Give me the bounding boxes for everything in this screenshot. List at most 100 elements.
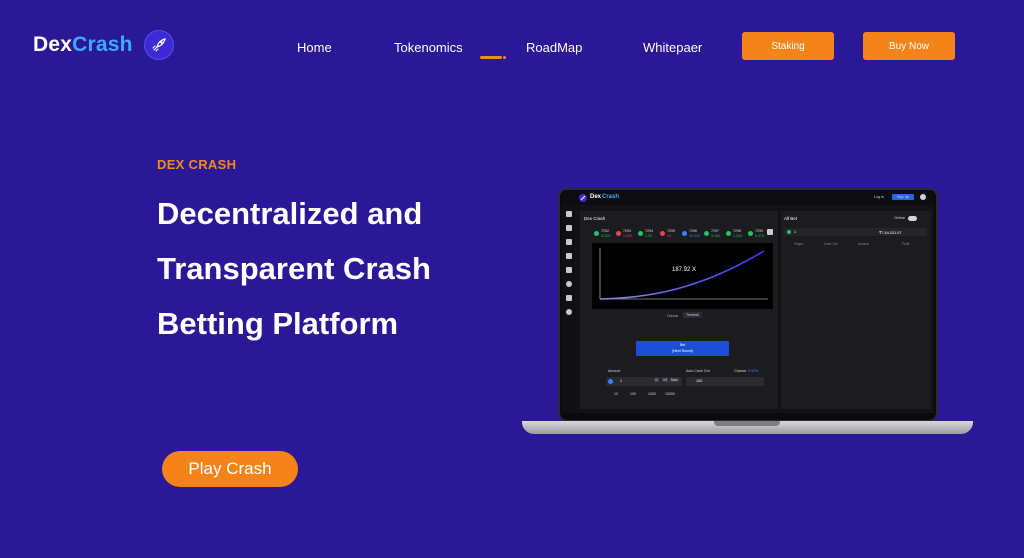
chance-value: 0.99% bbox=[748, 369, 759, 373]
gift-icon[interactable] bbox=[566, 295, 572, 301]
app-avatar[interactable] bbox=[920, 194, 926, 200]
bet-button[interactable]: Bet (Next Round) bbox=[636, 341, 729, 356]
history-chip: 7292 3.22X bbox=[594, 229, 616, 241]
history-multiplier: 3.15X bbox=[711, 234, 721, 238]
auto-cashout-input[interactable]: 100 bbox=[686, 377, 764, 386]
dice-icon[interactable] bbox=[566, 239, 572, 245]
dollar-icon[interactable] bbox=[566, 309, 572, 315]
players-count: 1 bbox=[794, 230, 797, 234]
app-signup-button[interactable]: Sign Up bbox=[892, 194, 914, 200]
col-player: Player bbox=[794, 242, 804, 246]
history-round-id: 7299 bbox=[755, 229, 763, 233]
quick-amount-4[interactable]: 10000 bbox=[665, 392, 675, 396]
history-multiplier: 2.20X bbox=[733, 234, 743, 238]
bet-label: Bet bbox=[680, 343, 686, 347]
nav-active-dot bbox=[503, 56, 506, 59]
home-icon[interactable] bbox=[566, 211, 572, 217]
trophy-icon[interactable] bbox=[566, 267, 572, 273]
app-rocket-icon bbox=[579, 194, 587, 202]
nav-roadmap[interactable]: RoadMap bbox=[526, 40, 582, 55]
app-brand-dex: Dex bbox=[590, 194, 602, 200]
history-round-id: 7297 bbox=[711, 229, 719, 233]
amount-label: Amount bbox=[608, 369, 621, 373]
history-dot bbox=[660, 231, 665, 236]
history-chip: 7297 3.15X bbox=[704, 229, 726, 241]
history-round-id: 7295 bbox=[667, 229, 675, 233]
hero-headline-line-1: Decentralized and bbox=[157, 196, 423, 231]
nav-tokenomics[interactable]: Tokenomics bbox=[394, 40, 463, 55]
history-round-id: 7293 bbox=[623, 229, 631, 233]
history-multiplier: 1X bbox=[667, 234, 672, 238]
auto-cashout-label: Auto Cash Out bbox=[686, 369, 710, 373]
rocket-icon bbox=[144, 30, 174, 60]
bet-summary-row: 1 ₹7,64,031.07 bbox=[784, 228, 927, 236]
rocket-nav-icon[interactable] bbox=[566, 253, 572, 259]
logo-text: DexCrash bbox=[33, 33, 133, 57]
game-title: Dex Crash bbox=[584, 216, 606, 221]
history-multiplier: 2.2X bbox=[645, 234, 653, 238]
app-brand-crash: Crash bbox=[602, 194, 620, 200]
history-dot bbox=[616, 231, 621, 236]
buy-now-button[interactable]: Buy Now bbox=[863, 32, 955, 60]
app-sidebar bbox=[562, 205, 576, 413]
history-dot bbox=[726, 231, 731, 236]
laptop-notch bbox=[714, 421, 780, 426]
half-button[interactable]: /2 bbox=[654, 378, 659, 382]
quick-amount-1[interactable]: 10 bbox=[614, 392, 618, 396]
hero-headline-line-2: Transparent Crash bbox=[157, 251, 431, 286]
staking-button[interactable]: Staking bbox=[742, 32, 834, 60]
crash-graph: 187.92 X bbox=[592, 243, 773, 309]
tab-trenball[interactable]: Trenball bbox=[683, 312, 702, 318]
quick-amount-2[interactable]: 100 bbox=[630, 392, 636, 396]
chance-label: Chance bbox=[734, 369, 747, 373]
history-dot bbox=[704, 231, 709, 236]
history-dot bbox=[682, 231, 687, 236]
amount-value: 1 bbox=[620, 379, 623, 383]
max-button[interactable]: Max bbox=[670, 378, 679, 382]
app-topbar: Dex Crash Log In Sign Up bbox=[562, 191, 934, 205]
history-chip: 7294 2.2X bbox=[638, 229, 660, 241]
live-multiplier: 187.92 X bbox=[672, 267, 697, 273]
history-chip: 7299 5.47X bbox=[748, 229, 770, 241]
col-cashout: Cash Out bbox=[824, 242, 838, 246]
double-button[interactable]: X2 bbox=[662, 378, 669, 382]
history-round-id: 7298 bbox=[733, 229, 741, 233]
app-preview-screen: Dex Crash Log In Sign Up Dex Crash 187.9… bbox=[562, 191, 934, 413]
history-dot bbox=[638, 231, 643, 236]
online-toggle[interactable] bbox=[908, 216, 917, 221]
history-round-id: 7292 bbox=[601, 229, 609, 233]
history-chip: 7293 1.09X bbox=[616, 229, 638, 241]
history-multiplier: 1.09X bbox=[623, 234, 633, 238]
history-multiplier: 3.22X bbox=[601, 234, 611, 238]
logo-dex: Dex bbox=[33, 33, 73, 56]
history-dot bbox=[748, 231, 753, 236]
col-amount: Amount bbox=[858, 242, 869, 246]
auto-cashout-value: 100 bbox=[696, 379, 703, 383]
quick-amount-3[interactable]: 1000 bbox=[648, 392, 656, 396]
history-dot bbox=[594, 231, 599, 236]
play-crash-button[interactable]: Play Crash bbox=[162, 451, 298, 487]
chart-icon[interactable] bbox=[566, 225, 572, 231]
col-profit: Profit bbox=[902, 242, 910, 246]
total-amount: ₹7,64,031.07 bbox=[879, 231, 902, 235]
history-round-id: 7294 bbox=[645, 229, 653, 233]
history-multiplier: 10.32X bbox=[689, 234, 701, 238]
app-login-button[interactable]: Log In bbox=[874, 195, 884, 199]
logo[interactable]: DexCrash bbox=[33, 30, 174, 60]
coin-icon bbox=[608, 379, 613, 384]
wheel-icon[interactable] bbox=[566, 281, 572, 287]
history-chip: 7296 10.32X bbox=[682, 229, 704, 241]
tab-classic[interactable]: Classic bbox=[667, 314, 678, 318]
nav-home[interactable]: Home bbox=[297, 40, 332, 55]
amount-input[interactable]: 1 /2 X2 Max bbox=[606, 377, 682, 386]
bet-sub-label: (Next Round) bbox=[672, 349, 694, 353]
user-icon bbox=[787, 230, 791, 234]
history-round-id: 7296 bbox=[689, 229, 697, 233]
history-multiplier: 5.47X bbox=[755, 234, 765, 238]
online-label: Online bbox=[894, 216, 905, 220]
nav-whitepaper[interactable]: Whitepaer bbox=[643, 40, 702, 55]
all-bet-title: All Bet bbox=[784, 216, 798, 221]
nav-active-indicator bbox=[480, 56, 502, 59]
hero-eyebrow: DEX CRASH bbox=[157, 157, 237, 172]
history-chip: 7298 2.20X bbox=[726, 229, 748, 241]
